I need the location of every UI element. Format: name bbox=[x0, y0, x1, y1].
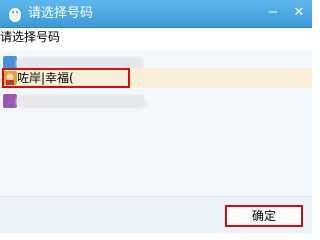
qq-penguin-icon bbox=[9, 8, 21, 22]
prompt-label: 请选择号码 bbox=[0, 30, 61, 44]
account-list: 咗岸|幸福( bbox=[0, 50, 312, 196]
window-title: 请选择号码 bbox=[28, 6, 94, 21]
ok-button[interactable]: 确定 bbox=[225, 205, 303, 227]
avatar bbox=[3, 94, 17, 108]
close-button[interactable]: ✕ bbox=[288, 2, 310, 24]
title-bar: 请选择号码 − ✕ bbox=[0, 0, 312, 28]
blurred-account-name bbox=[16, 95, 146, 108]
list-item[interactable] bbox=[0, 91, 312, 111]
minimize-button[interactable]: − bbox=[262, 2, 284, 24]
selection-highlight bbox=[2, 68, 130, 88]
